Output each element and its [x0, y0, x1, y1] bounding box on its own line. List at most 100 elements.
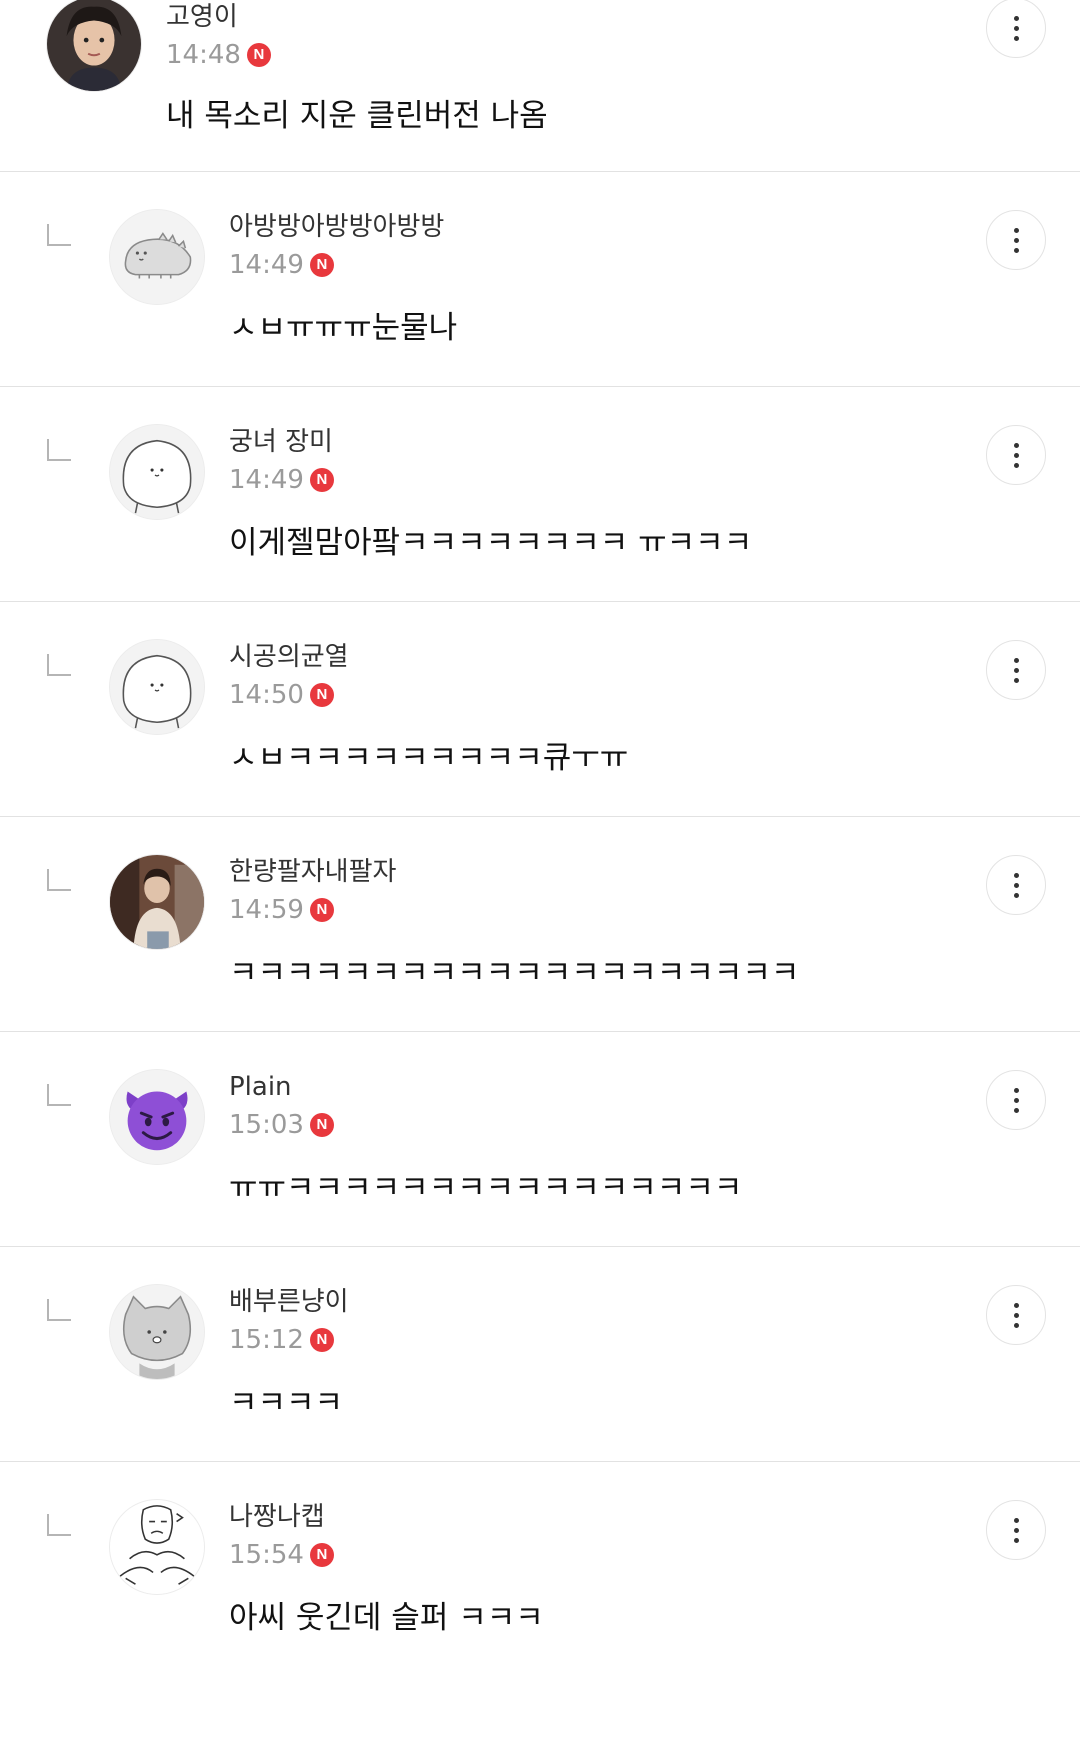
author-name[interactable]: 시공의균열 [229, 640, 349, 674]
devil-emoji-avatar [110, 1070, 204, 1164]
reply-arrow-icon [47, 869, 71, 891]
comment-text: ㅠㅠㅋㅋㅋㅋㅋㅋㅋㅋㅋㅋㅋㅋㅋㅋㅋㅋ [229, 1170, 743, 1206]
comment-text: ㅋㅋㅋㅋ [229, 1385, 344, 1421]
more-dot-icon [1013, 1097, 1019, 1103]
comment-text: ㅅㅂㅠㅠㅠ눈물나 [229, 310, 458, 346]
more-dot-icon [1013, 25, 1019, 31]
comment-meta: 궁녀 장미 14:49 N [229, 425, 334, 497]
author-name[interactable]: 나짱나캡 [229, 1500, 334, 1534]
comment-meta: 배부른냥이 15:12 N [229, 1285, 349, 1357]
new-badge-icon: N [309, 898, 334, 922]
author-name[interactable]: 배부른냥이 [229, 1285, 349, 1319]
more-dot-icon [1013, 677, 1019, 683]
reply-item: 궁녀 장미 14:49 N 이게젤맘아팤ㅋㅋㅋㅋㅋㅋㅋㅋ ㅠㅋㅋㅋ [0, 387, 1080, 602]
more-options-button[interactable] [986, 1070, 1046, 1130]
author-name[interactable]: 궁녀 장미 [229, 425, 334, 459]
comment-meta: 한량팔자내팔자 14:59 N [229, 855, 396, 927]
more-options-button[interactable] [986, 210, 1046, 270]
new-badge-icon: N [309, 1328, 334, 1352]
timestamp: 15:54 [229, 1540, 304, 1570]
author-name[interactable]: 고영이 [166, 0, 271, 34]
timestamp: 14:49 [229, 465, 304, 495]
more-dot-icon [1013, 1087, 1019, 1093]
comment-text: ㅋㅋㅋㅋㅋㅋㅋㅋㅋㅋㅋㅋㅋㅋㅋㅋㅋㅋㅋㅋ [229, 955, 800, 991]
more-dot-icon [1013, 462, 1019, 468]
author-name[interactable]: Plain [229, 1070, 334, 1104]
comment-meta: 나짱나캡 15:54 N [229, 1500, 334, 1572]
more-dot-icon [1013, 892, 1019, 898]
author-name[interactable]: 한량팔자내팔자 [229, 855, 396, 889]
more-dot-icon [1013, 227, 1019, 233]
comment-text: 아씨 웃긴데 슬퍼 ㅋㅋㅋ [229, 1600, 544, 1636]
more-dot-icon [1013, 442, 1019, 448]
more-options-button[interactable] [986, 1285, 1046, 1345]
time-row: 14:49 N [229, 463, 334, 497]
more-options-button[interactable] [986, 0, 1046, 58]
comment-text: 이게젤맘아팤ㅋㅋㅋㅋㅋㅋㅋㅋ ㅠㅋㅋㅋ [229, 525, 753, 561]
comment-meta: 아방방아방방아방방 14:49 N [229, 210, 444, 282]
dinosaur-doodle-avatar [110, 210, 204, 304]
more-dot-icon [1013, 1312, 1019, 1318]
time-row: 15:12 N [229, 1323, 349, 1357]
more-dot-icon [1013, 1322, 1019, 1328]
reply-arrow-icon [47, 1084, 71, 1106]
comment-list: 고영이 14:48 N 내 목소리 지운 클린버전 나옴 아방방아방방아방방 1… [0, 0, 1080, 1762]
more-dot-icon [1013, 237, 1019, 243]
meme-sketch-avatar [110, 1500, 204, 1594]
comment-meta: 고영이 14:48 N [166, 0, 271, 72]
more-dot-icon [1013, 1527, 1019, 1533]
reply-arrow-icon [47, 439, 71, 461]
timestamp: 14:50 [229, 680, 304, 710]
reply-arrow-icon [47, 654, 71, 676]
more-dot-icon [1013, 1517, 1019, 1523]
more-options-button[interactable] [986, 640, 1046, 700]
avatar[interactable] [109, 1284, 205, 1380]
more-dot-icon [1013, 1302, 1019, 1308]
time-row: 14:49 N [229, 248, 444, 282]
more-dot-icon [1013, 15, 1019, 21]
comment-meta: 시공의균열 14:50 N [229, 640, 349, 712]
more-options-button[interactable] [986, 1500, 1046, 1560]
new-badge-icon: N [309, 1543, 334, 1567]
reply-arrow-icon [47, 1299, 71, 1321]
comment-text: 내 목소리 지운 클린버전 나옴 [166, 98, 548, 134]
avatar[interactable] [109, 1069, 205, 1165]
new-badge-icon: N [309, 683, 334, 707]
comment-meta: Plain 15:03 N [229, 1070, 334, 1142]
timestamp: 15:03 [229, 1110, 304, 1140]
avatar[interactable] [109, 424, 205, 520]
more-dot-icon [1013, 35, 1019, 41]
author-name[interactable]: 아방방아방방아방방 [229, 210, 444, 244]
more-dot-icon [1013, 247, 1019, 253]
reply-item: 아방방아방방아방방 14:49 N ㅅㅂㅠㅠㅠ눈물나 [0, 172, 1080, 387]
reply-item: Plain 15:03 N ㅠㅠㅋㅋㅋㅋㅋㅋㅋㅋㅋㅋㅋㅋㅋㅋㅋㅋ [0, 1032, 1080, 1247]
avatar[interactable] [109, 209, 205, 305]
time-row: 15:03 N [229, 1108, 334, 1142]
timestamp: 14:59 [229, 895, 304, 925]
more-dot-icon [1013, 872, 1019, 878]
avatar[interactable] [109, 854, 205, 950]
new-badge-icon: N [246, 43, 271, 67]
more-options-button[interactable] [986, 855, 1046, 915]
default-blob-avatar [110, 640, 204, 734]
child-photo-avatar [47, 0, 141, 91]
timestamp: 15:12 [229, 1325, 304, 1355]
comment-item: 고영이 14:48 N 내 목소리 지운 클린버전 나옴 [0, 0, 1080, 172]
time-row: 14:59 N [229, 893, 396, 927]
cat-doodle-avatar [110, 1285, 204, 1379]
reply-arrow-icon [47, 224, 71, 246]
more-options-button[interactable] [986, 425, 1046, 485]
reply-item: 배부른냥이 15:12 N ㅋㅋㅋㅋ [0, 1247, 1080, 1462]
avatar[interactable] [46, 0, 142, 92]
reply-arrow-icon [47, 1514, 71, 1536]
timestamp: 14:48 [166, 40, 241, 70]
avatar[interactable] [109, 639, 205, 735]
avatar[interactable] [109, 1499, 205, 1595]
default-blob-avatar [110, 425, 204, 519]
reply-item: 한량팔자내팔자 14:59 N ㅋㅋㅋㅋㅋㅋㅋㅋㅋㅋㅋㅋㅋㅋㅋㅋㅋㅋㅋㅋ [0, 817, 1080, 1032]
more-dot-icon [1013, 452, 1019, 458]
time-row: 15:54 N [229, 1538, 334, 1572]
new-badge-icon: N [309, 468, 334, 492]
reply-item: 나짱나캡 15:54 N 아씨 웃긴데 슬퍼 ㅋㅋㅋ [0, 1462, 1080, 1762]
reply-item: 시공의균열 14:50 N ㅅㅂㅋㅋㅋㅋㅋㅋㅋㅋㅋ큐ㅜㅠ [0, 602, 1080, 817]
